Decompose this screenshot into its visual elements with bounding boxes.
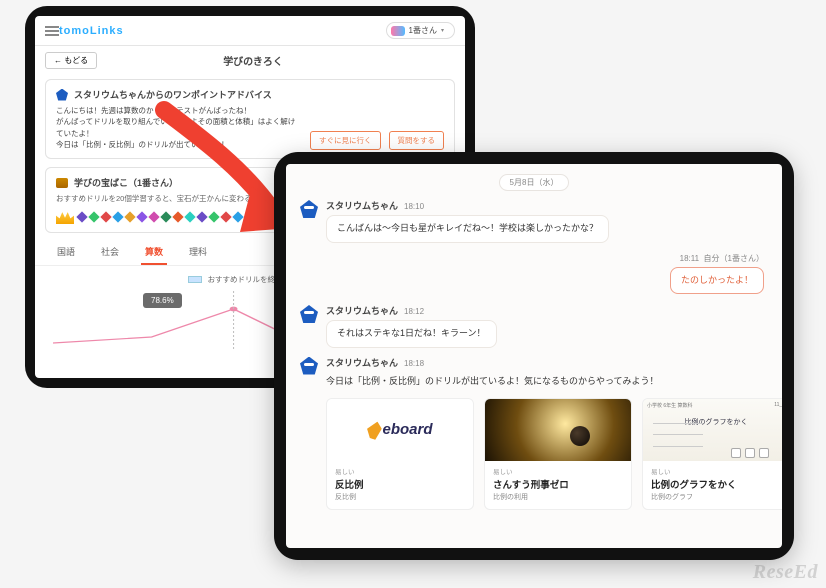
subject-tab[interactable]: 国語 xyxy=(53,239,79,265)
back-button[interactable]: ← もどる xyxy=(45,52,97,69)
gem-icon xyxy=(232,211,243,222)
drill-card[interactable]: 小学校 6年生 算数科11_6 比例のグラフをかく 易しい 比例のグラフをかく … xyxy=(642,398,782,510)
gem-icon xyxy=(76,211,87,222)
bot-avatar-icon xyxy=(300,357,318,375)
ask-question-button[interactable]: 質問をする xyxy=(389,131,445,150)
drill-sub: 比例のグラフ xyxy=(651,492,781,502)
chevron-left-icon: ← xyxy=(54,56,64,65)
gem-icon xyxy=(124,211,135,222)
chat-screen: 5月8日（水） スタリウムちゃん 18:10 こんばんは〜今日も星がキレイだね〜！… xyxy=(286,164,782,548)
msg-time: 18:12 xyxy=(404,307,424,316)
user-menu[interactable]: 1番さん ▾ xyxy=(386,22,455,39)
gem-icon xyxy=(112,211,123,222)
gem-icon xyxy=(160,211,171,222)
bot-avatar-icon xyxy=(300,200,318,218)
advice-body: こんにちは！先週は算数のかくにんテストがんばったね！ がんばってドリルを取り組ん… xyxy=(56,105,302,150)
bot-name: スタリウムちゃん xyxy=(326,356,398,369)
gem-icon xyxy=(172,211,183,222)
crown-icon xyxy=(56,210,74,224)
page-title: 学びのきろく xyxy=(105,53,401,68)
treasure-heading-text: 学びの宝ばこ（1番さん） xyxy=(74,176,178,189)
gem-icon xyxy=(208,211,219,222)
back-button-label: もどる xyxy=(64,56,88,65)
gem-icon xyxy=(148,211,159,222)
page-header: ← もどる 学びのきろく xyxy=(35,46,465,75)
drill-sub: 比例の利用 xyxy=(493,492,623,502)
treasure-chest-icon xyxy=(56,178,68,188)
bot-avatar-icon xyxy=(300,305,318,323)
msg-time: 18:18 xyxy=(404,359,424,368)
drill-tag: 易しい xyxy=(651,466,781,476)
subject-tab[interactable]: 社会 xyxy=(97,239,123,265)
chevron-down-icon: ▾ xyxy=(441,27,444,34)
bot-bubble: こんばんは〜今日も星がキレイだね〜！学校は楽しかったかな？ xyxy=(326,215,609,243)
gem-icon xyxy=(184,211,195,222)
bot-icon xyxy=(56,89,68,101)
user-label: 自分（1番さん） xyxy=(704,254,764,263)
advice-card: スタリウムちゃんからのワンポイントアドバイス こんにちは！先週は算数のかくにんテ… xyxy=(45,79,455,159)
drill-tag: 易しい xyxy=(335,466,465,476)
drill-card[interactable]: 易しい さんすう刑事ゼロ 比例の利用 xyxy=(484,398,632,510)
drill-thumb: eboard xyxy=(327,399,473,461)
gem-icon xyxy=(196,211,207,222)
bot-name: スタリウムちゃん xyxy=(326,304,398,317)
drill-thumb xyxy=(485,399,631,461)
bot-text: 今日は「比例・反比例」のドリルが出ているよ！気になるものからやってみよう！ xyxy=(326,374,782,387)
bot-message: スタリウムちゃん 18:10 こんばんは〜今日も星がキレイだね〜！学校は楽しかった… xyxy=(300,199,768,243)
tablet-front: 5月8日（水） スタリウムちゃん 18:10 こんばんは〜今日も星がキレイだね〜！… xyxy=(274,152,794,560)
user-name: 1番さん xyxy=(409,25,437,36)
subject-tab[interactable]: 理科 xyxy=(185,239,211,265)
watermark: ReseEd xyxy=(753,561,818,584)
drill-title: 比例のグラフをかく xyxy=(651,477,781,491)
subject-tab[interactable]: 算数 xyxy=(141,239,167,265)
app-logo: tomoLinks xyxy=(59,25,124,37)
gem-icon xyxy=(100,211,111,222)
date-chip: 5月8日（水） xyxy=(499,174,570,191)
advice-heading: スタリウムちゃんからのワンポイントアドバイス xyxy=(56,88,444,101)
bot-message: スタリウムちゃん18:18 今日は「比例・反比例」のドリルが出ているよ！気になる… xyxy=(300,356,768,510)
go-now-button[interactable]: すぐに見に行く xyxy=(310,131,381,150)
gem-icon xyxy=(256,211,267,222)
top-bar: tomoLinks 1番さん ▾ xyxy=(35,16,465,46)
drill-thumb: 小学校 6年生 算数科11_6 比例のグラフをかく xyxy=(643,399,782,461)
eboard-logo: eboard xyxy=(367,421,432,439)
msg-time: 18:10 xyxy=(404,202,424,211)
drill-tag: 易しい xyxy=(493,466,623,476)
gem-icon xyxy=(244,211,255,222)
hamburger-icon[interactable] xyxy=(45,26,59,36)
drill-sub: 反比例 xyxy=(335,492,465,502)
bot-bubble: それはステキな1日だね！キラーン！ xyxy=(326,320,497,348)
drill-title: さんすう刑事ゼロ xyxy=(493,477,623,491)
drill-title: 反比例 xyxy=(335,477,465,491)
legend-swatch xyxy=(188,276,202,283)
drill-cards-row: eboard 易しい 反比例 反比例 易しい さんすう刑事ゼロ xyxy=(326,398,782,510)
user-bubble: たのしかったよ！ xyxy=(670,267,764,295)
msg-time: 18:11 xyxy=(680,254,699,263)
gem-icon xyxy=(88,211,99,222)
bot-message: スタリウムちゃん 18:12 それはステキな1日だね！キラーン！ xyxy=(300,304,768,348)
gem-icon xyxy=(220,211,231,222)
drill-card[interactable]: eboard 易しい 反比例 反比例 xyxy=(326,398,474,510)
gem-icon xyxy=(136,211,147,222)
advice-heading-text: スタリウムちゃんからのワンポイントアドバイス xyxy=(74,88,272,101)
feather-icon xyxy=(365,419,384,440)
user-message: 18:11 自分（1番さん） たのしかったよ！ xyxy=(670,253,764,295)
bot-name: スタリウムちゃん xyxy=(326,199,398,212)
avatar-icon xyxy=(391,26,405,36)
